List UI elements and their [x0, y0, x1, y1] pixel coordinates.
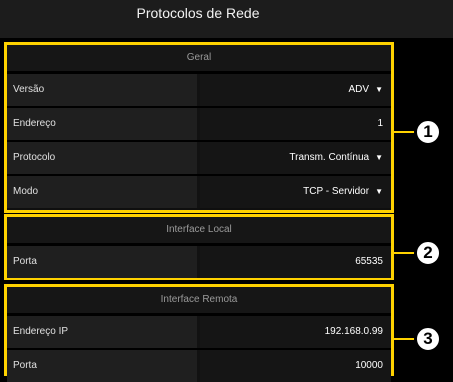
callout-connector-3 — [394, 338, 416, 340]
field-value: ADV — [348, 84, 370, 95]
address-field[interactable]: 1 — [200, 108, 391, 140]
field-value: 192.168.0.99 — [324, 326, 383, 337]
row-address[interactable]: Endereço 1 — [7, 106, 391, 140]
version-select[interactable]: ADV ▼ — [200, 74, 391, 106]
field-value: 1 — [377, 118, 383, 129]
caret-down-icon: ▼ — [375, 153, 383, 162]
row-mode[interactable]: Modo TCP - Servidor ▼ — [7, 174, 391, 208]
field-label: Versão — [7, 74, 197, 106]
callout-connector-1 — [394, 131, 416, 133]
row-protocol[interactable]: Protocolo Transm. Contínua ▼ — [7, 140, 391, 174]
callout-badge-3: 3 — [414, 325, 442, 353]
field-value: TCP - Servidor — [303, 186, 370, 197]
field-label: Porta — [7, 246, 197, 278]
section-title-general: Geral — [7, 45, 391, 72]
section-general: Geral Versão ADV ▼ Endereço 1 Protocolo T… — [4, 42, 394, 213]
mode-select[interactable]: TCP - Servidor ▼ — [200, 176, 391, 208]
callout-badge-1: 1 — [414, 118, 442, 146]
page-title: Protocolos de Rede — [136, 5, 260, 21]
title-bar: Protocolos de Rede — [0, 0, 453, 38]
section-title-remote: Interface Remota — [7, 287, 391, 314]
callout-connector-2 — [394, 252, 416, 254]
caret-down-icon: ▼ — [375, 187, 383, 196]
local-port-field[interactable]: 65535 — [200, 246, 391, 278]
field-label: Porta — [7, 350, 197, 382]
field-label: Modo — [7, 176, 197, 208]
caret-down-icon: ▼ — [375, 85, 383, 94]
remote-port-field[interactable]: 10000 — [200, 350, 391, 382]
protocol-select[interactable]: Transm. Contínua ▼ — [200, 142, 391, 174]
section-title-local: Interface Local — [7, 217, 391, 244]
field-label: Protocolo — [7, 142, 197, 174]
remote-ip-field[interactable]: 192.168.0.99 — [200, 316, 391, 348]
row-remote-port[interactable]: Porta 10000 — [7, 348, 391, 382]
section-remote-interface: Interface Remota Endereço IP 192.168.0.9… — [4, 284, 394, 382]
row-version[interactable]: Versão ADV ▼ — [7, 72, 391, 106]
section-local-interface: Interface Local Porta 65535 — [4, 214, 394, 280]
field-label: Endereço — [7, 108, 197, 140]
field-value: 10000 — [355, 360, 383, 371]
field-label: Endereço IP — [7, 316, 197, 348]
row-local-port[interactable]: Porta 65535 — [7, 244, 391, 278]
field-value: Transm. Contínua — [289, 152, 370, 163]
row-remote-ip[interactable]: Endereço IP 192.168.0.99 — [7, 314, 391, 348]
field-value: 65535 — [355, 256, 383, 267]
callout-badge-2: 2 — [414, 239, 442, 267]
